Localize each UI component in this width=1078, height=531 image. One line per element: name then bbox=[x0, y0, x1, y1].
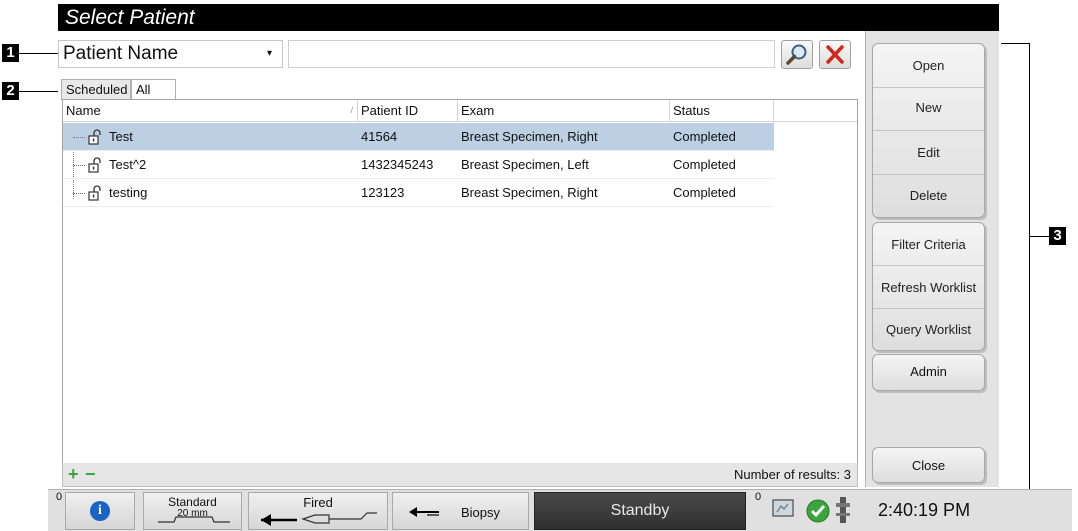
table-row[interactable]: testing 123123 Breast Specimen, Right Co… bbox=[63, 179, 774, 207]
biopsy-label: Biopsy bbox=[461, 505, 501, 520]
search-button[interactable] bbox=[781, 40, 813, 69]
col-header-status[interactable]: Status bbox=[670, 100, 774, 122]
cell-name: Test bbox=[109, 129, 133, 144]
status-bar: 0 i Standard 20 mm Fired Biopsy Standby … bbox=[48, 489, 1072, 531]
info-icon: i bbox=[90, 501, 110, 521]
col-header-patient-id[interactable]: Patient ID bbox=[358, 100, 458, 122]
cell-patient-id: 123123 bbox=[361, 185, 405, 200]
cell-status: Completed bbox=[673, 157, 736, 172]
search-field-select[interactable]: Patient Name ▾ bbox=[58, 40, 283, 68]
action-panel: Open New Edit Delete Filter Criteria Ref… bbox=[865, 31, 999, 487]
cell-status: Completed bbox=[673, 129, 736, 144]
biopsy-button[interactable]: Biopsy bbox=[392, 492, 529, 530]
output-count: 0 bbox=[755, 491, 762, 503]
cell-patient-id: 41564 bbox=[361, 129, 398, 144]
expand-all-icon[interactable]: + bbox=[68, 465, 79, 483]
table-row[interactable]: Test 41564 Breast Specimen, Right Comple… bbox=[63, 123, 774, 151]
tree-connector bbox=[73, 137, 85, 138]
tab-scheduled-label: Scheduled bbox=[66, 82, 128, 97]
sort-icon: / bbox=[350, 106, 353, 115]
search-input[interactable] bbox=[288, 40, 775, 68]
callout-3: 3 bbox=[1049, 227, 1066, 245]
cell-exam: Breast Specimen, Left bbox=[461, 157, 589, 172]
open-button[interactable]: Open bbox=[873, 44, 984, 88]
magnifier-icon bbox=[786, 44, 807, 65]
callout-2: 2 bbox=[2, 82, 19, 100]
new-button[interactable]: New bbox=[873, 88, 984, 131]
clear-search-button[interactable] bbox=[819, 40, 851, 69]
cell-name: testing bbox=[109, 185, 148, 200]
search-field-label: Patient Name bbox=[63, 43, 179, 64]
unlock-icon bbox=[87, 185, 103, 206]
biopsy-needle-icon bbox=[409, 507, 439, 517]
paddle-icon bbox=[158, 516, 230, 523]
col-header-name[interactable]: Name / bbox=[63, 100, 358, 122]
checkmark-status-icon[interactable] bbox=[805, 498, 831, 529]
tree-connector bbox=[73, 193, 85, 194]
tab-all[interactable]: All bbox=[131, 79, 176, 101]
window-title: Select Patient bbox=[58, 4, 999, 31]
filter-criteria-button[interactable]: Filter Criteria bbox=[873, 223, 984, 266]
callout-2-line bbox=[19, 91, 61, 92]
output-device-icon[interactable] bbox=[770, 496, 798, 527]
tab-all-label: All bbox=[136, 82, 151, 97]
grid-footer: + − Number of results: 3 bbox=[62, 463, 858, 487]
unlock-icon bbox=[87, 157, 103, 178]
grid-header: Name / Patient ID Exam Status bbox=[63, 100, 857, 122]
admin-button[interactable]: Admin bbox=[872, 354, 985, 391]
callout-1-line bbox=[19, 53, 58, 54]
cell-status: Completed bbox=[673, 185, 736, 200]
edit-button[interactable]: Edit bbox=[873, 131, 984, 175]
standby-label: Standby bbox=[610, 502, 670, 519]
cell-patient-id: 1432345243 bbox=[361, 157, 434, 172]
chevron-down-icon: ▾ bbox=[266, 48, 272, 59]
tree-connector bbox=[73, 165, 85, 166]
callout-1: 1 bbox=[2, 44, 19, 62]
close-button[interactable]: Close bbox=[872, 447, 985, 483]
paddle-name: Standard bbox=[168, 495, 217, 509]
fired-label: Fired bbox=[303, 495, 333, 510]
button-group-patient: Open New Edit Delete bbox=[872, 43, 985, 218]
callout-3-line bbox=[1030, 236, 1049, 237]
cell-name: Test^2 bbox=[109, 157, 147, 172]
info-button[interactable]: i bbox=[65, 492, 135, 530]
standby-indicator: Standby bbox=[534, 492, 746, 530]
paddle-button[interactable]: Standard 20 mm bbox=[143, 492, 242, 530]
unlock-icon bbox=[87, 129, 103, 150]
col-header-exam[interactable]: Exam bbox=[458, 100, 670, 122]
exposure-arrow-icon bbox=[261, 512, 377, 526]
red-x-icon bbox=[826, 45, 844, 64]
system-gantry-icon[interactable] bbox=[833, 495, 853, 530]
refresh-worklist-button[interactable]: Refresh Worklist bbox=[873, 266, 984, 309]
callout-3-bracket bbox=[1001, 43, 1030, 490]
cell-exam: Breast Specimen, Right bbox=[461, 129, 598, 144]
clock: 2:40:19 PM bbox=[878, 500, 971, 520]
tab-scheduled[interactable]: Scheduled bbox=[61, 79, 131, 100]
button-group-worklist: Filter Criteria Refresh Worklist Query W… bbox=[872, 222, 985, 351]
patient-grid: Name / Patient ID Exam Status Test 41564 … bbox=[62, 99, 858, 464]
collapse-all-icon[interactable]: − bbox=[85, 465, 96, 483]
info-count: 0 bbox=[56, 491, 63, 503]
delete-button[interactable]: Delete bbox=[873, 175, 984, 217]
query-worklist-button[interactable]: Query Worklist bbox=[873, 309, 984, 350]
fired-indicator: Fired bbox=[248, 492, 388, 530]
table-row[interactable]: Test^2 1432345243 Breast Specimen, Left … bbox=[63, 151, 774, 179]
cell-exam: Breast Specimen, Right bbox=[461, 185, 598, 200]
results-count: Number of results: 3 bbox=[733, 467, 851, 482]
